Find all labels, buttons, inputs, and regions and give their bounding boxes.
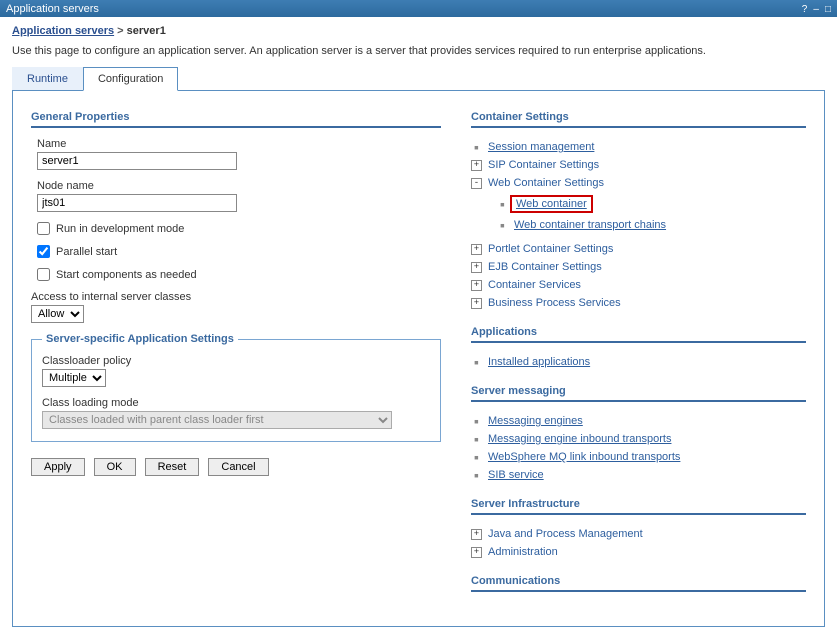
breadcrumb: Application servers > server1	[12, 25, 825, 37]
button-row: Apply OK Reset Cancel	[31, 458, 441, 476]
link-messaging-inbound[interactable]: Messaging engine inbound transports	[488, 433, 671, 445]
dev-mode-checkbox[interactable]	[37, 222, 50, 235]
dev-mode-row: Run in development mode	[37, 222, 441, 235]
link-administration[interactable]: Administration	[488, 546, 558, 558]
field-classloader: Classloader policy Multiple	[42, 355, 430, 387]
link-sip-container[interactable]: SIP Container Settings	[488, 159, 599, 171]
link-session-management[interactable]: Session management	[488, 141, 594, 153]
link-messaging-engines[interactable]: Messaging engines	[488, 415, 583, 427]
link-ejb-container[interactable]: EJB Container Settings	[488, 261, 602, 273]
field-node: Node name	[37, 180, 441, 212]
parallel-label: Parallel start	[56, 246, 117, 258]
server-specific-fieldset: Server-specific Application Settings Cla…	[31, 333, 441, 442]
minimize-icon[interactable]: –	[813, 4, 819, 15]
field-access: Access to internal server classes Allow	[31, 291, 441, 323]
messaging-heading: Server messaging	[471, 385, 806, 402]
link-sib-service[interactable]: SIB service	[488, 469, 544, 481]
infra-section: Server Infrastructure + Java and Process …	[471, 498, 806, 561]
titlebar: Application servers ? – □	[0, 0, 837, 17]
parallel-row: Parallel start	[37, 245, 441, 258]
bullet-icon: ▪	[471, 142, 482, 153]
bullet-icon: ▪	[497, 220, 508, 231]
node-input[interactable]	[37, 194, 237, 212]
infra-heading: Server Infrastructure	[471, 498, 806, 515]
page-description: Use this page to configure an applicatio…	[12, 45, 825, 57]
start-comp-checkbox[interactable]	[37, 268, 50, 281]
loading-label: Class loading mode	[42, 397, 430, 409]
start-comp-row: Start components as needed	[37, 268, 441, 281]
column-left: General Properties Name Node name Run in…	[31, 111, 441, 606]
breadcrumb-sep: >	[117, 25, 123, 37]
link-bps[interactable]: Business Process Services	[488, 297, 621, 309]
loading-select: Classes loaded with parent class loader …	[42, 411, 392, 429]
name-input[interactable]	[37, 152, 237, 170]
classloader-select[interactable]: Multiple	[42, 369, 106, 387]
collapse-icon[interactable]: -	[471, 178, 482, 189]
cancel-button[interactable]: Cancel	[208, 458, 268, 476]
general-heading: General Properties	[31, 111, 441, 128]
applications-section: Applications ▪ Installed applications	[471, 326, 806, 371]
field-loading-mode: Class loading mode Classes loaded with p…	[42, 397, 430, 429]
applications-heading: Applications	[471, 326, 806, 343]
titlebar-title: Application servers	[6, 3, 99, 15]
expand-icon[interactable]: +	[471, 160, 482, 171]
expand-icon[interactable]: +	[471, 529, 482, 540]
expand-icon[interactable]: +	[471, 547, 482, 558]
apply-button[interactable]: Apply	[31, 458, 85, 476]
bullet-icon: ▪	[471, 416, 482, 427]
start-comp-label: Start components as needed	[56, 269, 197, 281]
link-installed-apps[interactable]: Installed applications	[488, 356, 590, 368]
tab-body: General Properties Name Node name Run in…	[12, 91, 825, 627]
comm-section: Communications	[471, 575, 806, 592]
help-icon[interactable]: ?	[802, 4, 808, 15]
link-mq-inbound[interactable]: WebSphere MQ link inbound transports	[488, 451, 680, 463]
bullet-icon: ▪	[471, 357, 482, 368]
access-select[interactable]: Allow	[31, 305, 84, 323]
bullet-icon: ▪	[497, 199, 508, 210]
name-label: Name	[37, 138, 441, 150]
field-name: Name	[37, 138, 441, 170]
titlebar-controls: ? – □	[799, 3, 831, 15]
bullet-icon: ▪	[471, 434, 482, 445]
breadcrumb-current: server1	[127, 25, 166, 37]
close-icon[interactable]: □	[825, 4, 831, 15]
tab-runtime[interactable]: Runtime	[12, 67, 83, 90]
reset-button[interactable]: Reset	[145, 458, 200, 476]
access-label: Access to internal server classes	[31, 291, 441, 303]
tab-configuration[interactable]: Configuration	[83, 67, 178, 91]
link-container-services[interactable]: Container Services	[488, 279, 581, 291]
messaging-section: Server messaging ▪ Messaging engines ▪ Mes…	[471, 385, 806, 484]
server-specific-legend: Server-specific Application Settings	[42, 333, 238, 345]
expand-icon[interactable]: +	[471, 262, 482, 273]
node-label: Node name	[37, 180, 441, 192]
bullet-icon: ▪	[471, 452, 482, 463]
container-section: Container Settings ▪ Session management +…	[471, 111, 806, 312]
highlight-web-container: Web container	[510, 195, 593, 213]
link-web-container[interactable]: Web container	[516, 198, 587, 210]
classloader-label: Classloader policy	[42, 355, 430, 367]
link-portlet-container[interactable]: Portlet Container Settings	[488, 243, 613, 255]
container-heading: Container Settings	[471, 111, 806, 128]
link-web-container-settings[interactable]: Web Container Settings	[488, 177, 604, 189]
breadcrumb-parent[interactable]: Application servers	[12, 25, 114, 37]
comm-heading: Communications	[471, 575, 806, 592]
tabs: Runtime Configuration	[12, 67, 825, 91]
bullet-icon: ▪	[471, 470, 482, 481]
expand-icon[interactable]: +	[471, 280, 482, 291]
column-right: Container Settings ▪ Session management +…	[471, 111, 806, 606]
dev-mode-label: Run in development mode	[56, 223, 184, 235]
ok-button[interactable]: OK	[94, 458, 136, 476]
parallel-checkbox[interactable]	[37, 245, 50, 258]
link-web-transport[interactable]: Web container transport chains	[514, 219, 666, 231]
link-java-process[interactable]: Java and Process Management	[488, 528, 643, 540]
expand-icon[interactable]: +	[471, 244, 482, 255]
expand-icon[interactable]: +	[471, 298, 482, 309]
